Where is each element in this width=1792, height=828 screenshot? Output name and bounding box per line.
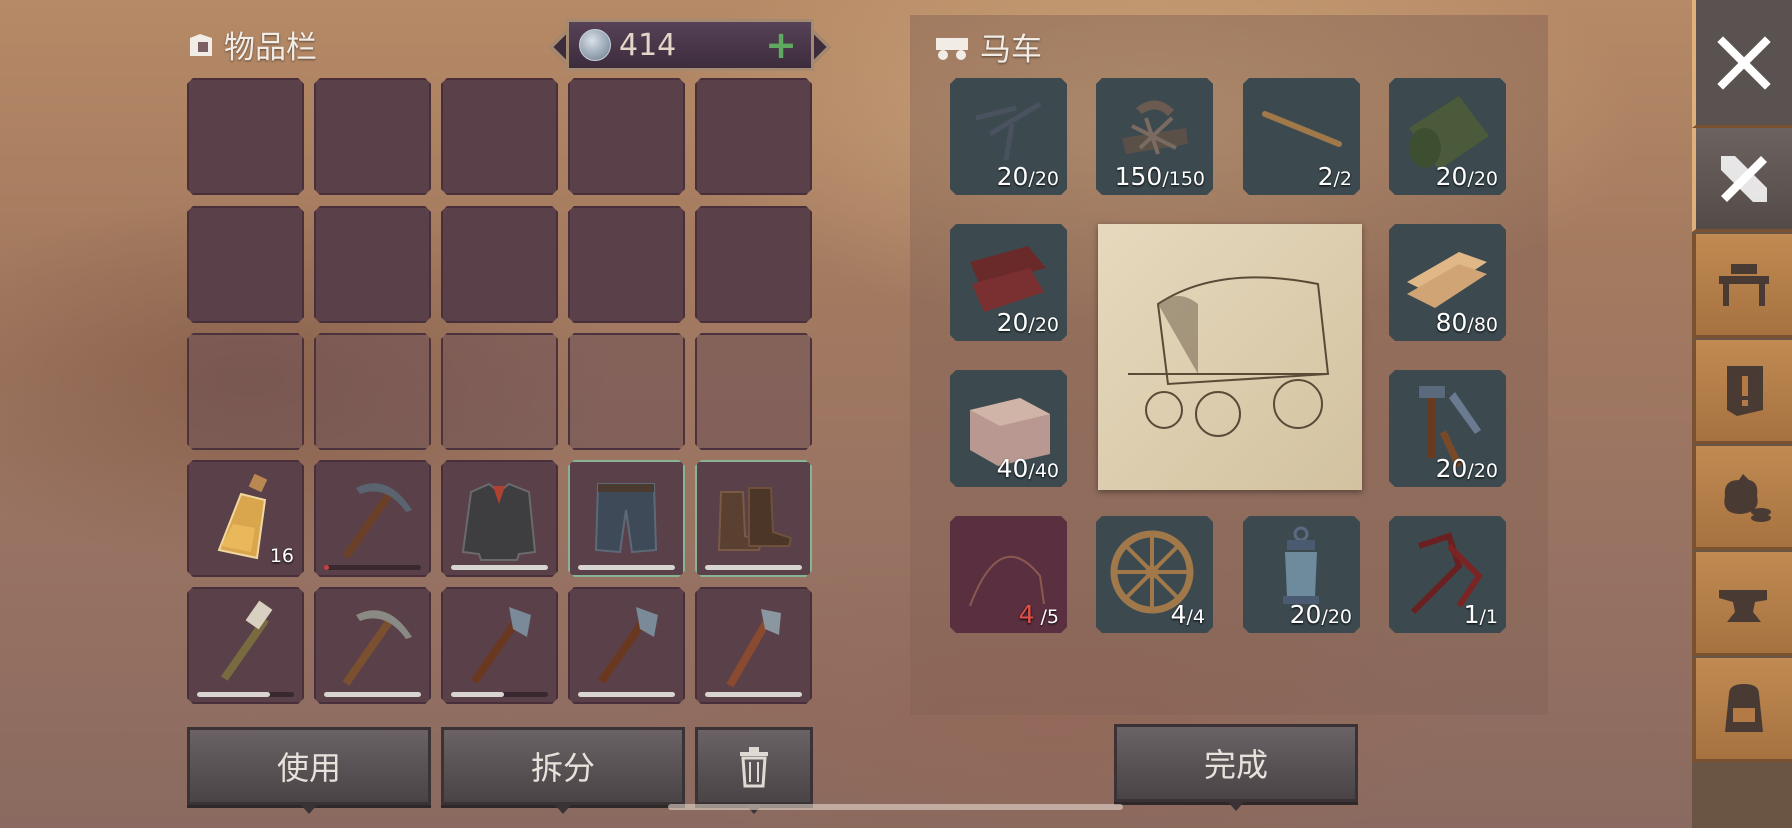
inventory-slot-pickaxe-metal[interactable] — [314, 460, 431, 577]
material-quantity: 20/20 — [1289, 600, 1352, 629]
workbench-icon — [1719, 263, 1769, 306]
inventory-slot-empty[interactable] — [441, 333, 558, 450]
material-slot-harness[interactable]: 1/1 — [1389, 516, 1506, 633]
inventory-slot-empty[interactable] — [695, 78, 812, 195]
pickaxe-icon — [316, 462, 429, 575]
wagon-icon — [936, 37, 968, 60]
material-slot-leather[interactable]: 20/20 — [950, 224, 1067, 341]
inventory-slot-empty[interactable] — [314, 78, 431, 195]
durability-bar — [705, 692, 802, 697]
durability-bar — [578, 692, 675, 697]
inventory-slot-jeans[interactable] — [568, 460, 685, 577]
material-quantity: 20/20 — [1435, 454, 1498, 483]
material-quantity: 4 /5 — [1018, 600, 1059, 629]
add-currency-button[interactable]: + — [765, 26, 797, 64]
pickaxe-icon — [316, 589, 429, 702]
inventory-slot-empty[interactable] — [441, 78, 558, 195]
use-button[interactable]: 使用 — [187, 727, 431, 814]
inventory-slot-empty[interactable] — [314, 333, 431, 450]
inventory-slot-torch[interactable] — [187, 587, 304, 704]
pants-icon — [570, 462, 683, 575]
material-quantity: 4/4 — [1170, 600, 1205, 629]
durability-bar — [578, 565, 675, 570]
inventory-slot-jacket[interactable] — [441, 460, 558, 577]
inventory-slot-empty[interactable] — [695, 333, 812, 450]
material-quantity: 40/40 — [996, 454, 1059, 483]
durability-bar — [197, 692, 294, 697]
close-button[interactable] — [1692, 0, 1792, 128]
home-indicator[interactable] — [668, 804, 1123, 810]
inventory-title: 物品栏 — [186, 22, 317, 67]
material-slot-nails[interactable]: 20/20 — [950, 78, 1067, 195]
split-button[interactable]: 拆分 — [441, 727, 685, 814]
material-quantity: 1/1 — [1463, 600, 1498, 629]
currency-amount: 414 — [619, 27, 677, 63]
anvil-icon — [1719, 589, 1767, 622]
inventory-slot-empty[interactable] — [568, 333, 685, 450]
material-quantity: 2/2 — [1317, 162, 1352, 191]
material-slot-planks[interactable]: 80/80 — [1389, 224, 1506, 341]
durability-bar — [451, 692, 548, 697]
jacket-icon — [443, 462, 556, 575]
material-quantity: 20/20 — [1435, 162, 1498, 191]
durability-bar — [451, 565, 548, 570]
durability-bar — [324, 692, 421, 697]
inventory-slot-empty[interactable] — [568, 206, 685, 323]
material-quantity: 80/80 — [1435, 308, 1498, 337]
cart-title: 马车 — [932, 24, 1042, 69]
delete-button[interactable] — [695, 727, 813, 814]
tab-workbench[interactable] — [1692, 234, 1792, 338]
inventory-slot-empty[interactable] — [441, 206, 558, 323]
side-tabs — [1692, 0, 1792, 828]
quest-icon — [1727, 365, 1763, 416]
tab-quests[interactable] — [1692, 340, 1792, 444]
crafting-icon — [1721, 155, 1767, 202]
inventory-slot-bottle[interactable]: 16 — [187, 460, 304, 577]
wagon-blueprint — [1098, 224, 1362, 490]
trash-icon — [740, 747, 768, 788]
close-icon — [1717, 35, 1771, 90]
hatchet-icon — [443, 589, 556, 702]
inventory-bag-icon — [190, 33, 212, 56]
inventory-slot-empty[interactable] — [314, 206, 431, 323]
inventory-slot-empty[interactable] — [187, 78, 304, 195]
coin-icon — [579, 29, 611, 61]
material-slot-tools[interactable]: 20/20 — [1389, 370, 1506, 487]
complete-button[interactable]: 完成 — [1114, 724, 1358, 811]
inventory-slot-hatchet[interactable] — [568, 587, 685, 704]
material-slot-stone-block[interactable]: 40/40 — [950, 370, 1067, 487]
material-slot-scrap-metal[interactable]: 150/150 — [1096, 78, 1213, 195]
durability-bar — [705, 565, 802, 570]
material-quantity: 20/20 — [996, 308, 1059, 337]
inventory-slot-boots[interactable] — [695, 460, 812, 577]
inventory-slot-empty[interactable] — [187, 206, 304, 323]
boots-icon — [697, 462, 810, 575]
item-count: 16 — [269, 545, 294, 567]
tab-backpack[interactable] — [1692, 658, 1792, 762]
tab-forge[interactable] — [1692, 552, 1792, 656]
inventory-slot-hatchet[interactable] — [441, 587, 558, 704]
inventory-slot-empty[interactable] — [695, 206, 812, 323]
tab-trade[interactable] — [1692, 446, 1792, 550]
wagon-blueprint-icon — [1128, 276, 1330, 437]
inventory-slot-pickaxe-wood[interactable] — [314, 587, 431, 704]
trade-icon — [1724, 473, 1771, 522]
material-slot-rope[interactable]: 4 /5 — [950, 516, 1067, 633]
material-quantity: 150/150 — [1114, 162, 1205, 191]
material-slot-lantern[interactable]: 20/20 — [1243, 516, 1360, 633]
inventory-slot-empty[interactable] — [187, 333, 304, 450]
hatchet-icon — [570, 589, 683, 702]
hatchet-icon — [697, 589, 810, 702]
backpack-icon — [1725, 683, 1763, 732]
material-quantity: 20/20 — [996, 162, 1059, 191]
inventory-slot-hatchet-wood[interactable] — [695, 587, 812, 704]
torch-icon — [189, 589, 302, 702]
material-slot-stick[interactable]: 2/2 — [1243, 78, 1360, 195]
currency-display: 414 + — [566, 19, 814, 71]
tab-crafting[interactable] — [1692, 128, 1792, 232]
inventory-slot-empty[interactable] — [568, 78, 685, 195]
material-slot-cloth-roll[interactable]: 20/20 — [1389, 78, 1506, 195]
durability-bar — [324, 565, 421, 570]
material-slot-wheel[interactable]: 4/4 — [1096, 516, 1213, 633]
